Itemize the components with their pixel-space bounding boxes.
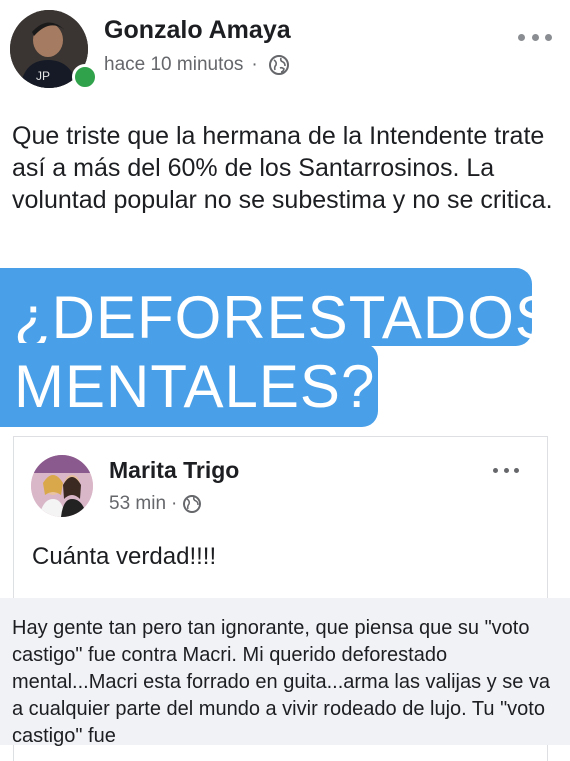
embedded-post-text: Cuánta verdad!!!! (32, 543, 217, 570)
globe-icon[interactable] (268, 54, 290, 76)
headline-line2: MENTALES? (14, 353, 376, 420)
post-time[interactable]: hace 10 minutos (104, 54, 243, 76)
svg-text:JP: JP (36, 69, 50, 83)
embedded-author-name: Marita Trigo (109, 457, 240, 483)
embedded-more-options-icon (493, 465, 519, 475)
more-options-icon[interactable] (518, 30, 552, 44)
embedded-post-meta: 53 min · (109, 493, 202, 515)
headline-banner-line1: ¿DEFORESTADOS (0, 268, 555, 351)
post-text: Que triste que la hermana de la Intenden… (12, 122, 553, 214)
post-header: JP Gonzalo Amaya hace 10 minutos · (0, 0, 570, 100)
embedded-avatar-image (31, 455, 93, 517)
post-meta: hace 10 minutos · (104, 54, 290, 76)
author-name[interactable]: Gonzalo Amaya (104, 16, 291, 45)
embedded-meta-separator: · (171, 493, 178, 514)
embedded-author-avatar (31, 455, 93, 517)
embedded-globe-icon (183, 495, 202, 513)
meta-separator: · (251, 54, 258, 75)
image-comment-section: Hay gente tan pero tan ignorante, que pi… (0, 598, 570, 747)
post-image[interactable]: ¿DEFORESTADOS MENTALES? Marita Trigo 53 … (0, 263, 570, 761)
embedded-post-time: 53 min (109, 493, 167, 514)
headline-banner-line2: MENTALES? (0, 343, 378, 427)
online-status-dot (72, 64, 98, 90)
image-comment-text: Hay gente tan pero tan ignorante, que pi… (12, 617, 551, 747)
